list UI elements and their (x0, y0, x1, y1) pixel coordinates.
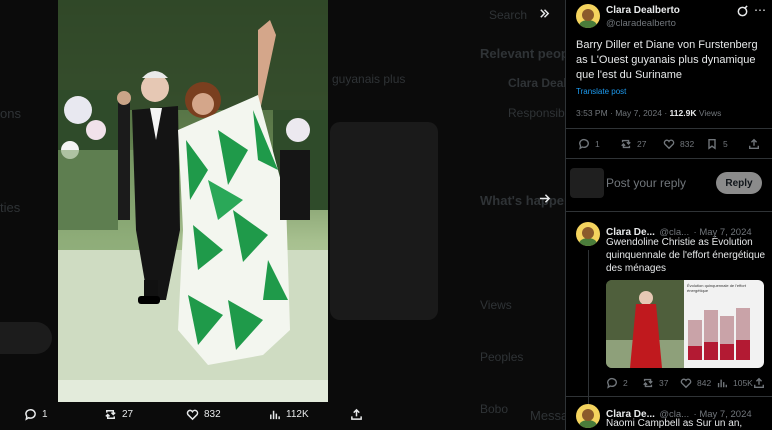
bg-search: Search (489, 8, 528, 22)
reply-repost-action[interactable]: 37 (642, 377, 668, 389)
media-views-count: 112K (286, 409, 309, 420)
bg-post-button (0, 322, 52, 354)
reply-reply-count: 2 (623, 378, 628, 388)
bookmark-icon (708, 139, 716, 150)
reply-icon (607, 377, 617, 389)
media-views-action[interactable]: 112K (268, 408, 309, 421)
next-arrow-icon[interactable] (538, 192, 551, 210)
post-detail-panel: Clara Dealberto @claradealberto Clara De… (565, 0, 772, 430)
collapse-chevrons-icon[interactable] (538, 7, 551, 25)
reply-media[interactable]: Évolution quinquennale de l'effort énerg… (606, 280, 764, 368)
reply-share-action[interactable] (753, 377, 765, 389)
media-reply-action[interactable]: 1 (24, 408, 48, 421)
reply-avatar[interactable] (576, 222, 600, 246)
reply-chart-thumbnail: Évolution quinquennale de l'effort énerg… (684, 280, 764, 368)
reply-input[interactable]: Post your reply (606, 176, 686, 190)
post-views-count: 112.9K (669, 108, 697, 118)
thread-line (588, 250, 589, 418)
repost-icon (643, 378, 653, 388)
reply-avatar[interactable] (576, 404, 600, 428)
reply-like-count: 842 (697, 378, 712, 388)
media-repost-count: 27 (122, 409, 134, 420)
share-icon (351, 408, 362, 420)
reply-count: 1 (595, 139, 600, 149)
media-like-action[interactable]: 832 (186, 408, 221, 421)
more-options-icon[interactable]: ⋯ (754, 3, 766, 17)
translate-post-link[interactable]: Translate post (576, 87, 626, 96)
repost-action[interactable]: 27 (620, 138, 646, 150)
media-repost-action[interactable]: 27 (104, 408, 133, 421)
author-handle[interactable]: @claradealberto (606, 18, 676, 29)
bg-nav-ons: ons (0, 106, 21, 121)
grok-icon[interactable] (736, 5, 749, 23)
reply-text: Gwendoline Christie as Évolution quinque… (606, 237, 766, 274)
reply-icon (25, 409, 36, 421)
like-count: 832 (680, 139, 695, 149)
divider (566, 211, 772, 212)
repost-count: 27 (637, 139, 647, 149)
composer-avatar (570, 168, 604, 198)
reply-photo (606, 280, 684, 368)
like-action[interactable]: 832 (663, 138, 694, 150)
share-action[interactable] (748, 138, 760, 150)
author-avatar[interactable] (576, 4, 600, 28)
media-like-count: 832 (204, 409, 221, 420)
share-icon (749, 138, 759, 149)
bg-views: Views (480, 298, 512, 312)
heart-icon (186, 409, 199, 421)
reply-repost-count: 37 (659, 378, 669, 388)
heart-icon (680, 378, 692, 389)
reply-icon (579, 138, 589, 150)
bg-peoples: Peoples (480, 350, 524, 364)
bg-map-card (330, 122, 438, 320)
repost-icon (105, 410, 116, 419)
heart-icon (663, 139, 675, 150)
bg-ghost-line: guyanais plus (332, 72, 406, 86)
views-chart-icon (270, 410, 280, 420)
bookmark-action[interactable]: 5 (706, 138, 728, 150)
media-reply-count: 1 (42, 409, 48, 420)
views-chart-icon (717, 379, 727, 388)
author-name-text: Clara Dealberto (606, 5, 680, 16)
divider (566, 396, 772, 397)
reply-action[interactable]: 1 (578, 138, 600, 150)
divider (566, 128, 772, 129)
reply-views-action[interactable]: 105K (716, 377, 753, 389)
post-meta: 3:53 PM · May 7, 2024 · 112.9K Views (576, 108, 721, 118)
reply-reply-action[interactable]: 2 (606, 377, 628, 389)
post-text: Barry Diller et Diane von Furstenberg as… (576, 39, 758, 81)
reply-text: Naomi Campbell as Sur un an, (606, 418, 743, 429)
repost-icon (621, 139, 631, 149)
media-photo[interactable] (58, 0, 328, 402)
bg-name: Clara Deal (508, 76, 567, 90)
bookmark-count: 5 (723, 139, 728, 149)
media-action-bar: 1 27 832 112K (0, 402, 565, 430)
reply-like-action[interactable]: 842 (680, 377, 711, 389)
post-timestamp[interactable]: 3:53 PM · May 7, 2024 · (576, 108, 670, 118)
share-icon (754, 377, 764, 388)
reply-views-count: 105K (733, 378, 753, 388)
divider (566, 158, 772, 159)
reply-button[interactable]: Reply (716, 172, 762, 194)
post-views-label: Views (696, 108, 722, 118)
bg-nav-ties: ties (0, 200, 21, 215)
photo-illustration (58, 0, 328, 402)
media-share-action[interactable] (350, 408, 363, 421)
